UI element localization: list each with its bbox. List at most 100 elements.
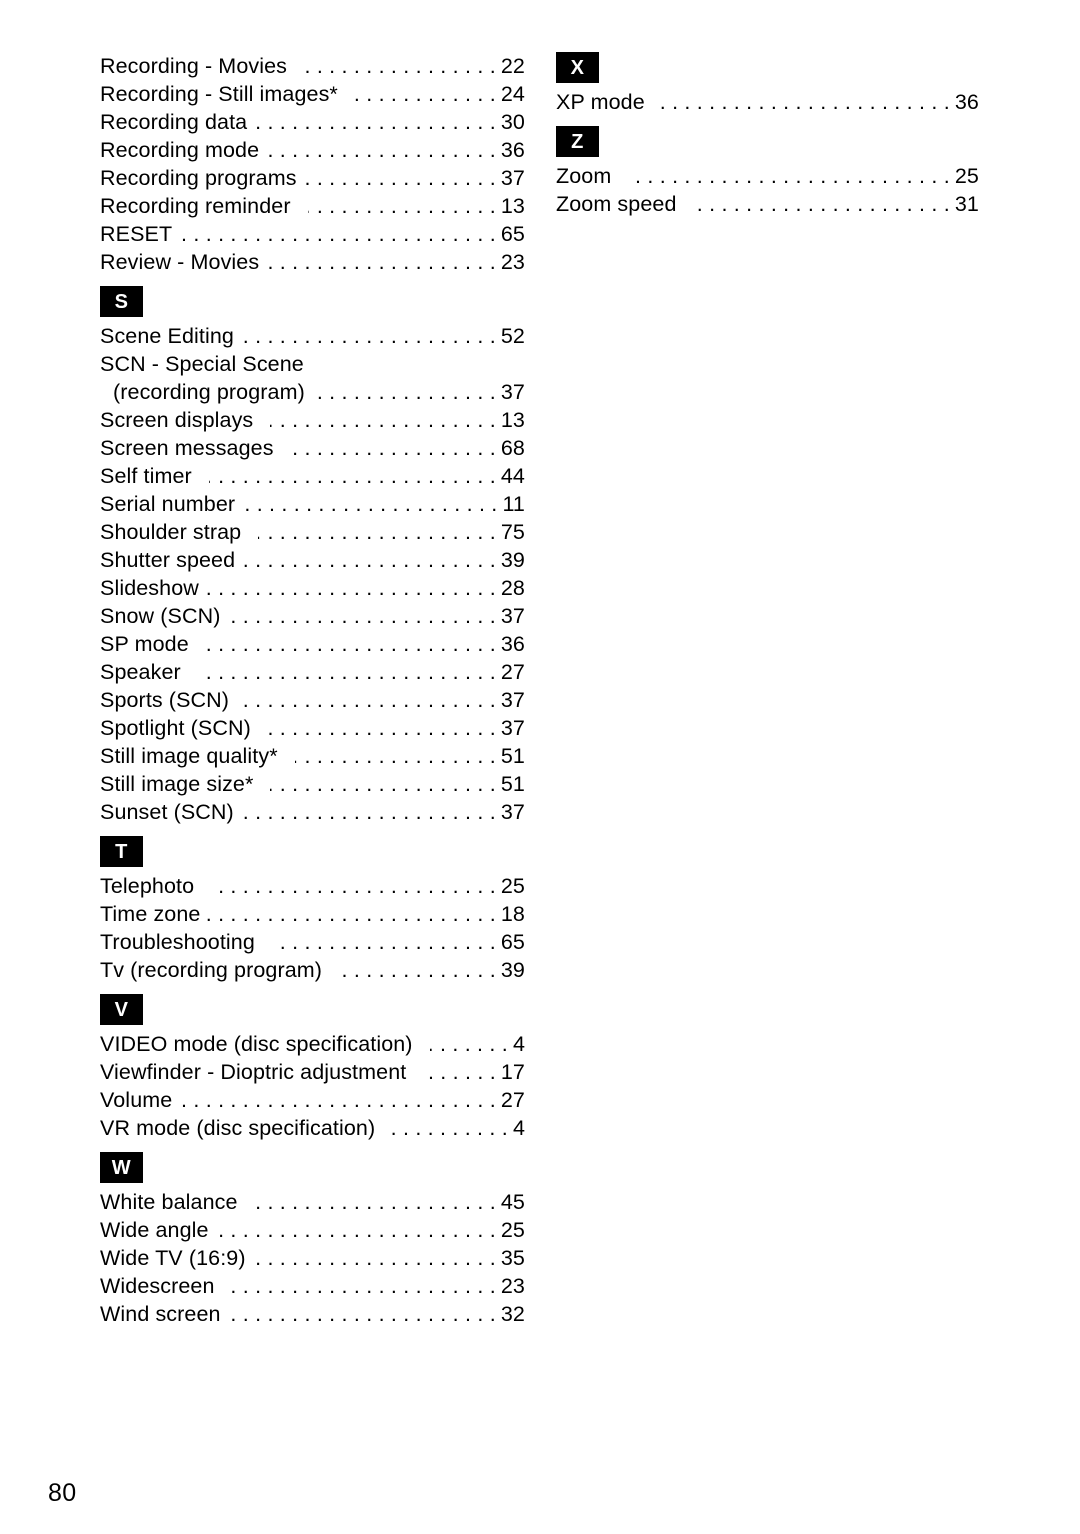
dot-leader <box>232 1272 496 1300</box>
dot-leader <box>253 1244 496 1272</box>
index-entry-page-number: 25 <box>500 874 525 898</box>
index-entry[interactable]: Scene Editing 52 <box>100 322 525 350</box>
dot-leader <box>652 88 950 116</box>
index-entry[interactable]: Recording data 30 <box>100 108 525 136</box>
index-entry-label: Wide angle <box>100 1218 209 1242</box>
index-entry[interactable]: VR mode (disc specification) 4 <box>100 1114 525 1142</box>
index-entry-page-number: 4 <box>512 1032 525 1056</box>
index-entry[interactable]: Self timer 44 <box>100 462 525 490</box>
index-entry-label: Screen displays <box>100 408 254 432</box>
index-entry[interactable]: Wind screen 32 <box>100 1300 525 1328</box>
dot-leader <box>242 546 496 574</box>
index-entry[interactable]: RESET 65 <box>100 220 525 248</box>
index-entry[interactable]: Time zone 18 <box>100 900 525 928</box>
index-entry[interactable]: Troubleshooting 65 <box>100 928 525 956</box>
index-entry[interactable]: Still image quality* 51 <box>100 742 525 770</box>
dot-leader <box>272 928 496 956</box>
index-entry[interactable]: Wide TV (16:9) 35 <box>100 1244 525 1272</box>
index-entry-label: Scene Editing <box>100 324 234 348</box>
index-entry-page-number: 27 <box>500 1088 525 1112</box>
dot-leader <box>304 164 496 192</box>
index-entry[interactable]: Recording - Still images* 24 <box>100 80 525 108</box>
index-entry[interactable]: Speaker 27 <box>100 658 525 686</box>
index-entry[interactable]: Widescreen 23 <box>100 1272 525 1300</box>
index-entry-label: Zoom <box>556 164 612 188</box>
index-entry[interactable]: Recording reminder 13 <box>100 192 525 220</box>
dot-leader <box>270 770 495 798</box>
index-entry[interactable]: Wide angle 25 <box>100 1216 525 1244</box>
index-entry-page-number: 35 <box>500 1246 525 1270</box>
index-entry-page-number: 39 <box>500 548 525 572</box>
index-entry[interactable]: Recording programs 37 <box>100 164 525 192</box>
index-column-left: Recording - Movies 22Recording - Still im… <box>100 52 525 1328</box>
index-entry[interactable]: Spotlight (SCN) 37 <box>100 714 525 742</box>
index-entry-label: Self timer <box>100 464 192 488</box>
index-entry[interactable]: Shutter speed 39 <box>100 546 525 574</box>
index-entry-label: VR mode (disc specification) <box>100 1116 376 1140</box>
dot-leader <box>241 798 496 826</box>
index-entry[interactable]: Volume 27 <box>100 1086 525 1114</box>
index-entry-label: Troubleshooting <box>100 930 255 954</box>
index-entry[interactable]: Telephoto 25 <box>100 872 525 900</box>
index-entry-label: Still image size* <box>100 772 254 796</box>
index-entry[interactable]: Review - Movies 23 <box>100 248 525 276</box>
index-entry[interactable]: Recording - Movies 22 <box>100 52 525 80</box>
dot-leader <box>308 192 496 220</box>
index-entry-page-number: 51 <box>500 772 525 796</box>
index-entry[interactable]: Zoom speed 31 <box>556 190 979 218</box>
index-entry-label: Wind screen <box>100 1302 221 1326</box>
index-entry-page-number: 45 <box>500 1190 525 1214</box>
dot-leader <box>339 956 496 984</box>
index-entry-page-number: 36 <box>500 138 525 162</box>
dot-leader <box>266 248 496 276</box>
dot-leader <box>227 602 495 630</box>
index-entry-label: Recording data <box>100 110 248 134</box>
index-entry[interactable]: Sunset (SCN) 37 <box>100 798 525 826</box>
index-entry-page-number: 65 <box>500 930 525 954</box>
index-entry-label: Shoulder strap <box>100 520 242 544</box>
dot-leader <box>268 714 496 742</box>
dot-leader <box>207 900 495 928</box>
index-entry[interactable]: Tv (recording program) 39 <box>100 956 525 984</box>
section-letter: S <box>114 290 129 313</box>
index-entry-label: Tv (recording program) <box>100 958 323 982</box>
index-entry[interactable]: Serial number 11 <box>100 490 525 518</box>
index-entry-page-number: 37 <box>500 688 525 712</box>
index-entry-label: Screen messages <box>100 436 274 460</box>
section-header-t: T <box>100 836 143 867</box>
index-entry[interactable]: Shoulder strap 75 <box>100 518 525 546</box>
index-entry-page-number: 22 <box>500 54 525 78</box>
index-entry[interactable]: Viewfinder - Dioptric adjustment 17 <box>100 1058 525 1086</box>
dot-leader <box>258 518 496 546</box>
dot-leader <box>241 322 496 350</box>
index-entry-page-number: 25 <box>954 164 979 188</box>
dot-leader <box>312 378 496 406</box>
index-entry-label: Speaker <box>100 660 181 684</box>
dot-leader <box>211 872 496 900</box>
index-entry[interactable]: VIDEO mode (disc specification) 4 <box>100 1030 525 1058</box>
index-entry-label: Recording - Movies <box>100 54 288 78</box>
index-entry[interactable]: Screen messages 68 <box>100 434 525 462</box>
index-entry[interactable]: White balance 45 <box>100 1188 525 1216</box>
index-entry[interactable]: Still image size* 51 <box>100 770 525 798</box>
index-entry[interactable]: Snow (SCN) 37 <box>100 602 525 630</box>
index-entry[interactable]: Recording mode 36 <box>100 136 525 164</box>
index-entry-page-number: 13 <box>500 408 525 432</box>
index-entry[interactable]: SP mode 36 <box>100 630 525 658</box>
index-entry[interactable]: Slideshow 28 <box>100 574 525 602</box>
dot-leader <box>206 574 496 602</box>
index-entry[interactable]: Screen displays 13 <box>100 406 525 434</box>
index-entry-label-line1: SCN - Special Scene <box>100 352 304 376</box>
dot-leader <box>304 52 496 80</box>
index-entry-label: Slideshow <box>100 576 199 600</box>
index-entry-label: (recording program) <box>113 380 305 404</box>
index-entry[interactable]: (recording program) 37 <box>100 378 525 406</box>
index-entry[interactable]: Zoom 25 <box>556 162 979 190</box>
index-entry-page-number: 27 <box>500 660 525 684</box>
index-entry-label: Snow (SCN) <box>100 604 221 628</box>
index-entry[interactable]: Sports (SCN) 37 <box>100 686 525 714</box>
index-entry-page-number: 25 <box>500 1218 525 1242</box>
section-header-x: X <box>556 52 599 83</box>
index-entry-page-number: 32 <box>500 1302 525 1326</box>
index-entry[interactable]: XP mode 36 <box>556 88 979 116</box>
